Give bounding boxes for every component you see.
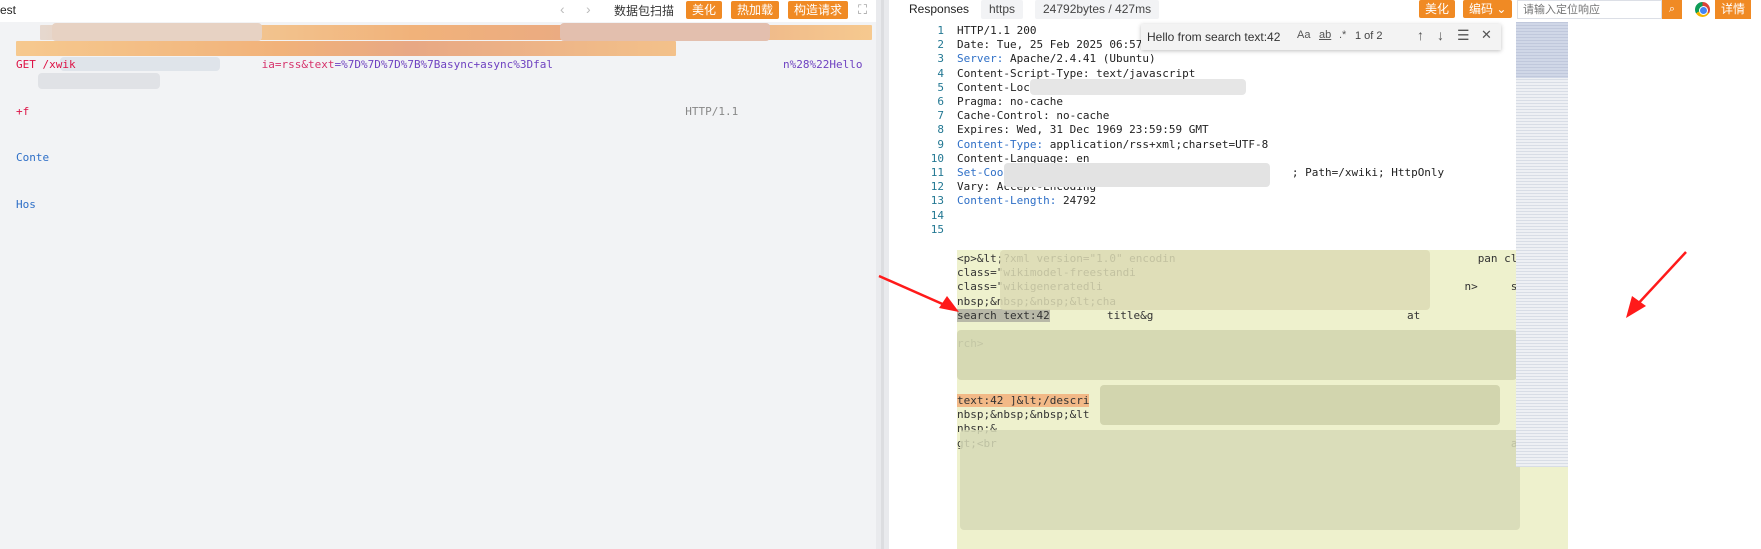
hot-reload-button[interactable]: 热加载 [731,1,780,19]
construct-request-button[interactable]: 构造请求 [788,1,849,19]
find-in-selection-icon[interactable]: ☰ [1457,27,1470,44]
response-header-line: Content-Script-Type: text/javascript [957,67,1195,80]
whole-word-toggle[interactable]: ab [1319,29,1331,41]
response-header-line: Content-Length: 24792 [957,194,1096,207]
header-key: Server: [957,52,1004,66]
minimap-slider[interactable] [1516,22,1568,78]
line-number: 2 [937,38,944,52]
line-number: 6 [937,95,944,108]
header-key: Content-Length: [957,194,1057,208]
chevron-down-icon: ⌄ [1496,2,1507,16]
close-icon[interactable]: ✕ [1481,27,1492,43]
prev-arrow-icon[interactable]: ‹ [560,1,565,17]
search-icon[interactable]: ⌕ [1662,0,1682,19]
body-text: text:42 ]&lt;/descri [957,394,1090,407]
detail-button[interactable]: 详情 [1715,0,1752,19]
red-arrow-annotation [878,274,959,312]
header-key: Content-Type: [957,137,1044,151]
expand-icon[interactable]: ⛶ [858,2,867,18]
header-value: Apache/2.4.41 (Ubuntu) [1003,52,1156,66]
response-toolbar: Responses https 24792bytes / 427ms 美化 编码… [889,0,1761,20]
request-code[interactable]: GET /xwik ia=rss&text=%7D%7D%7D%7B%7Basyn… [16,26,863,243]
header-value: Pragma: no-cache [957,95,1063,108]
beautify-button[interactable]: 美化 [686,1,723,19]
request-method: GET /xwik [16,58,76,71]
line-number: 11 [930,166,944,179]
header-value: HTTP/1.1 200 [957,24,1037,37]
response-header-line: Expires: Wed, 31 Dec 1969 23:59:59 GMT [957,123,1209,136]
header-value-tail: ; Path=/xwiki; HttpOnly [1291,166,1445,179]
response-body-line: search text:42 [957,308,1050,322]
request-pane: est ‹ › 数据包扫描 美化 热加载 构造请求 ⛶ GET /xwik ia=… [0,0,876,549]
response-header-line: HTTP/1.1 200 [957,24,1036,37]
request-line2-start: +f [16,104,30,118]
arrow-down-icon[interactable]: ↓ [1437,27,1444,43]
find-widget: Aa ab .* 1 of 2 ↑ ↓ ☰ ✕ [1141,24,1501,50]
response-header-line: Content-Type: application/rss+xml;charse… [957,138,1268,151]
regex-toggle[interactable]: .* [1339,29,1346,41]
arrow-up-icon[interactable]: ↑ [1417,27,1424,43]
line-number: 4 [937,66,944,80]
chrome-icon[interactable] [1695,2,1710,17]
body-text: nbsp;&nbsp;&nbsp;&lt [957,408,1090,422]
line-number: 10 [930,151,944,165]
redacted-block [1004,163,1270,187]
line-number: 1 [937,24,944,37]
redacted-block [1030,79,1246,95]
response-beautify-button[interactable]: 美化 [1419,0,1456,18]
request-protocol: HTTP/1.1 [685,104,739,118]
header-value: Content-Script-Type: text/javascript [957,66,1196,80]
response-body-line: nbsp;&nbsp;&nbsp;&lt [957,408,1089,421]
line-number: 9 [937,137,944,151]
redacted-block [960,430,1520,530]
redacted-block [1100,385,1500,425]
line-number: 7 [937,109,944,123]
tab-responses[interactable]: Responses [909,2,969,16]
response-header-line: Pragma: no-cache [957,95,1063,108]
request-header-content: Conte [16,151,50,164]
find-match-count: 1 of 2 [1355,30,1383,42]
line-number: 15 [930,222,944,236]
redacted-block [957,330,1517,380]
line-number: 12 [930,180,944,194]
param-value-text: =%7D%7D%7D%7B%7Basync+async%3Dfal [334,58,554,71]
line-number: 8 [937,123,944,137]
match-case-toggle[interactable]: Aa [1297,29,1310,41]
header-value: Expires: Wed, 31 Dec 1969 23:59:59 GMT [957,123,1209,137]
encode-label: 编码 [1469,2,1494,16]
next-arrow-icon[interactable]: › [586,1,591,17]
request-header-host: Hos [16,197,36,211]
request-toolbar: est ‹ › 数据包扫描 美化 热加载 构造请求 ⛶ [0,0,876,22]
line-number: 3 [937,52,944,66]
minimap[interactable] [1516,22,1568,467]
response-header-line: Cache-Control: no-cache [957,109,1109,122]
locate-response-input[interactable] [1517,0,1662,19]
line-number: 5 [937,80,944,94]
response-stats: 24792bytes / 427ms [1035,0,1160,19]
param-tail: n%28%22Hello [783,58,863,71]
header-value: 24792 [1056,194,1097,208]
body-text: search text:42 [957,308,1050,322]
red-arrow-annotation [1626,251,1687,318]
line-number: 13 [930,194,944,208]
header-value: Cache-Control: no-cache [957,109,1110,123]
line-number: 14 [930,208,944,222]
scheme-badge: https [981,0,1024,19]
body-fragment: at [1407,308,1421,322]
encode-dropdown[interactable]: 编码 ⌄ [1463,0,1513,18]
redacted-block [1000,250,1430,310]
find-input[interactable] [1147,28,1287,46]
response-body-line: text:42 ]&lt;/descri [957,394,1090,407]
body-fragment: title&g [1107,308,1154,322]
response-header-line: Server: Apache/2.4.41 (Ubuntu) [957,52,1156,65]
request-title: est [0,3,17,17]
header-value: application/rss+xml;charset=UTF-8 [1043,137,1269,151]
param-fragment: ia=rss& [261,58,308,71]
packet-scan-button[interactable]: 数据包扫描 [614,2,674,19]
param-key-text: text [307,58,335,71]
